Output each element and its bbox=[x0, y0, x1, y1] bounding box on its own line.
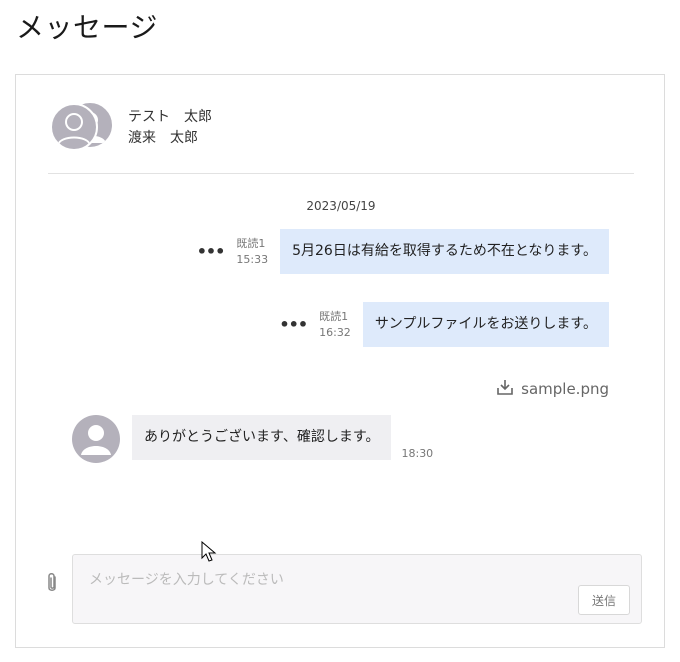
user-avatar-icon bbox=[72, 415, 120, 463]
message-panel: テスト 太郎 渡来 太郎 2023/05/19 ••• 既読1 15:33 5月… bbox=[15, 74, 665, 648]
message-composer: 送信 bbox=[72, 554, 642, 624]
outgoing-message: ••• 既読1 16:32 サンプルファイルをお送りします。 bbox=[279, 302, 609, 347]
outgoing-message: ••• 既読1 15:33 5月26日は有給を取得するため不在となります。 bbox=[197, 229, 609, 274]
read-status: 既読1 bbox=[236, 236, 266, 250]
message-bubble: 5月26日は有給を取得するため不在となります。 bbox=[280, 229, 609, 274]
download-icon bbox=[495, 377, 521, 401]
send-button[interactable]: 送信 bbox=[578, 585, 630, 615]
date-separator: 2023/05/19 bbox=[306, 199, 376, 213]
attachment-filename: sample.png bbox=[521, 380, 609, 398]
participant-names: テスト 太郎 渡来 太郎 bbox=[128, 107, 212, 149]
message-time: 15:33 bbox=[236, 252, 269, 266]
conversation-header: テスト 太郎 渡来 太郎 bbox=[48, 97, 634, 174]
message-bubble: ありがとうございます、確認します。 bbox=[132, 415, 392, 460]
participant-name: 渡来 太郎 bbox=[128, 130, 198, 146]
attachment-link[interactable]: sample.png bbox=[495, 377, 609, 401]
read-status: 既読1 bbox=[319, 309, 349, 323]
participant-name: テスト 太郎 bbox=[128, 109, 212, 125]
more-horizontal-icon[interactable]: ••• bbox=[197, 242, 226, 261]
message-meta: 既読1 16:32 bbox=[319, 309, 351, 341]
message-bubble: サンプルファイルをお送りします。 bbox=[362, 302, 609, 347]
page-title: メッセージ bbox=[16, 11, 158, 44]
paperclip-icon[interactable] bbox=[44, 571, 60, 599]
more-horizontal-icon[interactable]: ••• bbox=[279, 315, 308, 334]
mouse-pointer-icon bbox=[201, 541, 217, 562]
message-time: 18:30 bbox=[401, 447, 434, 460]
message-time: 16:32 bbox=[319, 325, 351, 339]
incoming-message: ありがとうございます、確認します。 18:30 bbox=[72, 415, 433, 463]
group-avatar bbox=[50, 101, 114, 151]
avatar-front-icon bbox=[50, 103, 98, 151]
message-input[interactable] bbox=[73, 555, 641, 623]
message-meta: 既読1 15:33 bbox=[236, 236, 268, 268]
